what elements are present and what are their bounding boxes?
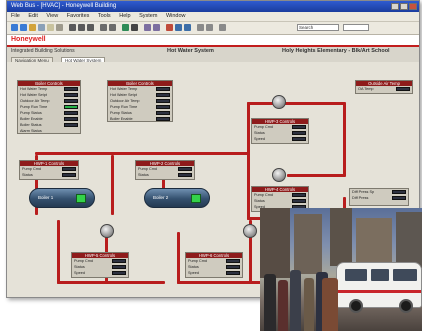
menu-help[interactable]: Help <box>119 13 130 19</box>
go-field[interactable] <box>343 24 369 31</box>
hwp3-control-panel: HWP-3 Controls Pump Cmd Status Speed <box>251 118 309 144</box>
building <box>396 212 422 268</box>
menu-bar: File Edit View Favorites Tools Help Syst… <box>7 12 419 22</box>
alarm-icon[interactable] <box>166 24 173 31</box>
panel-row: Diff Press <box>350 195 408 201</box>
panel-row: Speed <box>252 136 308 142</box>
honeywell-logo: Honeywell <box>11 36 46 43</box>
stop-icon[interactable] <box>131 24 138 31</box>
zoom-icon[interactable] <box>144 24 151 31</box>
site-title: Holy Heights Elementary - Blk/Art School <box>282 48 390 54</box>
ambulance-van <box>336 262 422 313</box>
boiler-2-status-indicator <box>191 194 201 203</box>
tools-icon[interactable] <box>206 24 213 31</box>
boiler-2-label: Boiler 2 <box>153 195 169 200</box>
boiler-1-status-indicator <box>76 194 86 203</box>
outside-air-temp-panel: Outside Air Temp OA Temp <box>355 80 413 94</box>
diff-press-panel: Diff Press Sp Diff Press <box>349 188 409 206</box>
menu-edit[interactable]: Edit <box>28 13 37 19</box>
pipe-bottom-left <box>57 281 165 284</box>
menu-window[interactable]: Window <box>166 13 186 19</box>
minimize-icon[interactable] <box>391 3 399 10</box>
copy-icon[interactable] <box>78 24 85 31</box>
trend-icon[interactable] <box>175 24 182 31</box>
app-header: Honeywell <box>7 35 419 47</box>
hwp5-control-panel: HWP-5 Controls Pump Cmd Status Speed <box>71 252 129 278</box>
panel-row: Alarm Status <box>20 129 42 133</box>
grid-icon[interactable] <box>153 24 160 31</box>
panel-row: Boiler Enable <box>108 116 172 122</box>
boiler-1-control-panel: Boiler Controls Hot Water Temp Hot Water… <box>17 80 81 134</box>
redo-icon[interactable] <box>109 24 116 31</box>
system-title: Hot Water System <box>167 48 214 54</box>
panel-row: OA Temp <box>356 86 412 92</box>
pipe-boiler2-drop <box>111 155 114 215</box>
supply-pipe-main <box>35 152 249 155</box>
hwp6-control-panel: HWP-6 Controls Pump Cmd Status Speed <box>185 252 243 278</box>
pedestrian <box>322 278 338 331</box>
pump-hwp4-icon[interactable] <box>272 168 286 182</box>
pump-hwp6-icon[interactable] <box>243 224 257 238</box>
supply-pipe-mid <box>287 174 345 177</box>
menu-system[interactable]: System <box>139 13 157 19</box>
pedestrian <box>304 278 314 331</box>
hwp2-control-panel: HWP-2 Controls Pump Cmd Status <box>135 160 195 180</box>
breadcrumb: Integrated Building Solutions <box>11 48 75 54</box>
settings-icon[interactable] <box>197 24 204 31</box>
schedule-icon[interactable] <box>184 24 191 31</box>
boiler-2-control-panel: Boiler Controls Hot Water Temp Hot Water… <box>107 80 173 122</box>
supply-pipe-top <box>247 102 345 105</box>
building <box>260 208 290 278</box>
menu-file[interactable]: File <box>11 13 20 19</box>
street-photo <box>260 208 422 331</box>
user-icon[interactable] <box>219 24 226 31</box>
undo-icon[interactable] <box>100 24 107 31</box>
pedestrian <box>290 270 301 331</box>
hwp1-control-panel: HWP-1 Controls Pump Cmd Status <box>19 160 79 180</box>
building <box>330 208 352 266</box>
refresh-icon[interactable] <box>122 24 129 31</box>
back-icon[interactable] <box>11 24 18 31</box>
panel-row: Speed <box>72 270 128 276</box>
maximize-icon[interactable] <box>400 3 408 10</box>
boiler-1-label: Boiler 1 <box>38 195 54 200</box>
forward-icon[interactable] <box>20 24 27 31</box>
panel-row: Speed <box>186 270 242 276</box>
toolbar: Search <box>7 22 419 35</box>
pedestrian <box>264 274 276 331</box>
save-icon[interactable] <box>56 24 63 31</box>
pump-hwp5-icon[interactable] <box>100 224 114 238</box>
search-field[interactable]: Search <box>297 24 339 31</box>
boiler-1-tank[interactable]: Boiler 1 <box>29 188 95 208</box>
pedestrian <box>278 280 288 331</box>
title-bar: Web Bus - [HVAC] - Honeywell Building <box>7 1 419 12</box>
print-icon[interactable] <box>38 24 45 31</box>
panel-row: Status <box>20 172 78 178</box>
folder-icon[interactable] <box>47 24 54 31</box>
pump-hwp3-icon[interactable] <box>272 95 286 109</box>
window-title: Web Bus - [HVAC] - Honeywell Building <box>11 3 117 9</box>
menu-view[interactable]: View <box>46 13 58 19</box>
return-riser-right <box>343 102 346 177</box>
cut-icon[interactable] <box>69 24 76 31</box>
pipe-hwp6-left <box>177 232 180 284</box>
pipe-hwp5-loop <box>57 220 60 284</box>
close-icon[interactable] <box>409 3 417 10</box>
sub-header: Integrated Building Solutions Hot Water … <box>7 47 419 56</box>
boiler-2-tank[interactable]: Boiler 2 <box>144 188 210 208</box>
home-icon[interactable] <box>29 24 36 31</box>
supply-pipe-riser <box>247 102 250 220</box>
panel-row: Status <box>136 172 194 178</box>
building <box>294 214 322 274</box>
paste-icon[interactable] <box>87 24 94 31</box>
menu-tools[interactable]: Tools <box>98 13 111 19</box>
menu-favorites[interactable]: Favorites <box>67 13 90 19</box>
building <box>356 218 392 268</box>
pipe-bottom-right <box>177 281 267 284</box>
